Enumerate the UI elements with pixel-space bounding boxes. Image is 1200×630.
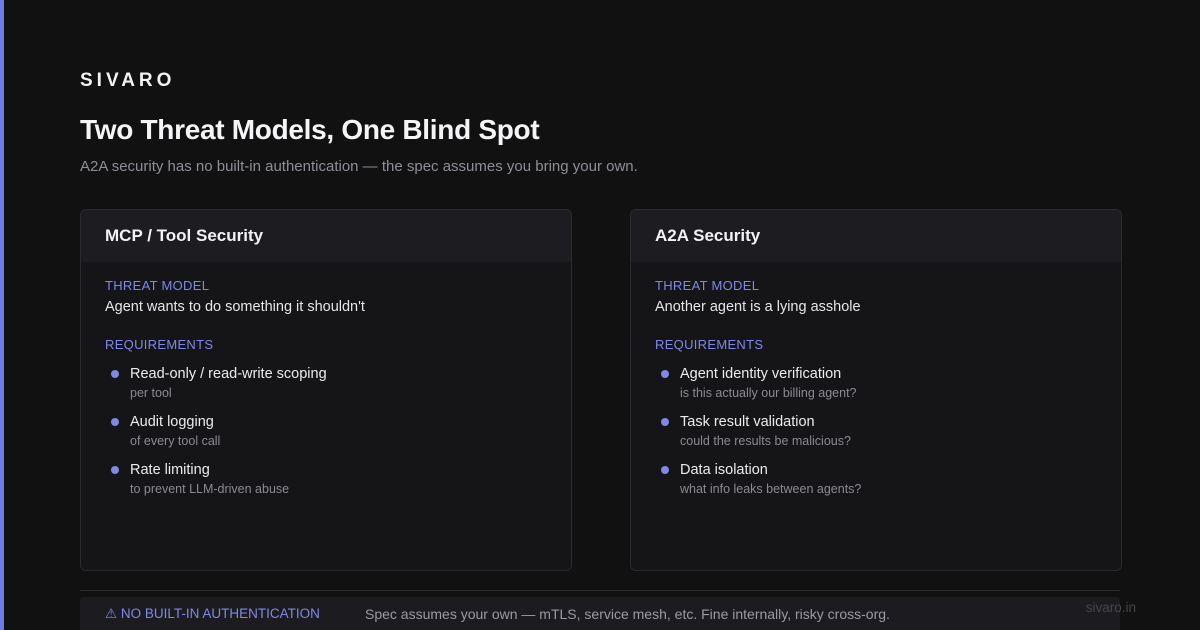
card-body: THREAT MODEL Another agent is a lying as… [631, 262, 1121, 496]
bullet-icon [661, 418, 669, 426]
bullet-icon [111, 466, 119, 474]
threat-model-text: Another agent is a lying asshole [655, 299, 861, 315]
requirement-detail: to prevent LLM-driven abuse [130, 482, 290, 496]
requirement-title: Agent identity verification [680, 366, 842, 382]
requirement-detail: of every tool call [130, 434, 221, 448]
list-item: Agent identity verification is this actu… [655, 365, 1097, 400]
card-body: THREAT MODEL Agent wants to do something… [81, 262, 571, 496]
card-title: A2A Security [655, 226, 761, 245]
card-header: MCP / Tool Security [81, 210, 571, 262]
requirement-detail: is this actually our billing agent? [680, 386, 857, 400]
card-header: A2A Security [631, 210, 1121, 262]
card-title: MCP / Tool Security [105, 226, 264, 245]
requirement-title: Task result validation [680, 414, 815, 430]
requirements-label: REQUIREMENTS [655, 337, 764, 352]
page-title: Two Threat Models, One Blind Spot [80, 114, 540, 145]
accent-bar [0, 0, 4, 630]
threat-model-text: Agent wants to do something it shouldn't [105, 299, 365, 315]
page-subtitle: A2A security has no built-in authenticat… [80, 158, 638, 175]
requirements-list: Agent identity verification is this actu… [655, 365, 1097, 496]
requirement-title: Read-only / read-write scoping [130, 366, 327, 382]
requirement-detail: could the results be malicious? [680, 434, 851, 448]
requirement-detail: per tool [130, 386, 172, 400]
site-url: sivaro.in [1085, 600, 1136, 615]
bullet-icon [111, 418, 119, 426]
footer-warning-label: ⚠ NO BUILT-IN AUTHENTICATION [105, 606, 320, 621]
card-a2a-security: A2A Security THREAT MODEL Another agent … [630, 209, 1122, 571]
bullet-icon [661, 466, 669, 474]
list-item: Rate limiting to prevent LLM-driven abus… [105, 461, 547, 496]
bullet-icon [111, 370, 119, 378]
list-item: Data isolation what info leaks between a… [655, 461, 1097, 496]
requirements-label: REQUIREMENTS [105, 337, 214, 352]
card-mcp-tool-security: MCP / Tool Security THREAT MODEL Agent w… [80, 209, 572, 571]
footer-text: Spec assumes your own — mTLS, service me… [365, 606, 890, 622]
requirement-title: Data isolation [680, 462, 768, 478]
requirement-detail: what info leaks between agents? [680, 482, 862, 496]
list-item: Task result validation could the results… [655, 413, 1097, 448]
list-item: Read-only / read-write scoping per tool [105, 365, 547, 400]
threat-model-label: THREAT MODEL [105, 278, 210, 293]
requirement-title: Rate limiting [130, 462, 210, 478]
divider [80, 590, 1120, 591]
brand-logo: SIVARO [80, 70, 176, 91]
requirement-title: Audit logging [130, 414, 214, 430]
list-item: Audit logging of every tool call [105, 413, 547, 448]
bullet-icon [661, 370, 669, 378]
footer-banner: ⚠ NO BUILT-IN AUTHENTICATION Spec assume… [80, 597, 1120, 630]
requirements-list: Read-only / read-write scoping per tool … [105, 365, 547, 496]
threat-model-label: THREAT MODEL [655, 278, 760, 293]
